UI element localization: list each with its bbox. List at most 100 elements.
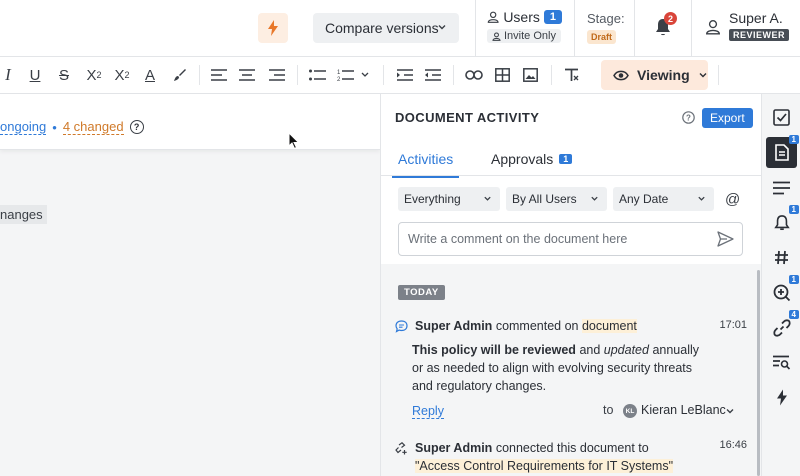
rail-notifications-button[interactable]: 1 — [766, 205, 799, 238]
changes-chip[interactable]: nanges — [0, 205, 47, 224]
right-rail: 1 1 1 4 — [761, 94, 800, 476]
ongoing-link[interactable]: ongoing — [0, 119, 47, 135]
comment-body-mid: and — [579, 343, 601, 357]
changed-count-link[interactable]: 4 changed — [62, 119, 124, 135]
divider — [475, 0, 476, 57]
eye-icon — [613, 70, 629, 80]
bullet-list-icon[interactable] — [308, 66, 326, 84]
mention-filter-icon[interactable]: @ — [725, 191, 740, 208]
rail-outline-button[interactable] — [766, 172, 797, 203]
text-lines-icon — [773, 181, 790, 194]
comment-add-icon — [773, 284, 790, 301]
status-separator: • — [52, 119, 57, 135]
notifications-button[interactable]: 2 — [654, 12, 677, 40]
top-bar: Compare versions Users 1 Invite Only Sta… — [0, 0, 800, 57]
text-color-icon[interactable]: A — [142, 66, 158, 84]
send-icon[interactable] — [717, 231, 734, 247]
invite-only-label: Invite Only — [504, 30, 556, 42]
align-center-icon[interactable] — [238, 66, 256, 84]
invite-only-badge: Invite Only — [487, 29, 561, 43]
chevron-down-icon — [484, 196, 491, 201]
activity-target[interactable]: "Access Control Requirements for IT Syst… — [415, 459, 674, 473]
rail-comments-button[interactable]: 1 — [766, 275, 799, 308]
rail-notifications-badge: 1 — [788, 205, 799, 214]
indent-icon[interactable] — [396, 66, 414, 84]
reply-link[interactable]: Reply — [412, 404, 444, 419]
notifications-count-badge: 2 — [664, 12, 677, 25]
svg-text:2: 2 — [337, 77, 341, 81]
chevron-down-icon[interactable] — [725, 406, 735, 416]
activity-author[interactable]: Super Admin — [415, 319, 492, 333]
filter-user-value: By All Users — [512, 192, 577, 206]
italic-icon[interactable]: I — [2, 65, 14, 84]
filter-user-select[interactable]: By All Users — [506, 187, 607, 211]
help-icon[interactable]: ? — [129, 120, 144, 134]
panel-scrollbar[interactable] — [757, 270, 760, 476]
rail-links-button[interactable]: 4 — [766, 310, 799, 343]
export-button[interactable]: Export — [702, 108, 753, 128]
divider — [199, 65, 200, 85]
panel-header: DOCUMENT ACTIVITY ? Export Activities Ap… — [381, 94, 762, 264]
automation-button[interactable] — [258, 13, 288, 43]
hashtag-icon — [775, 250, 788, 265]
search-list-icon — [772, 355, 790, 370]
activity-author[interactable]: Super Admin — [415, 441, 492, 455]
divider — [634, 0, 635, 57]
user-menu[interactable]: Super A. REVIEWER — [705, 10, 790, 41]
subscript-icon[interactable]: X2 — [83, 66, 105, 84]
tab-approvals[interactable]: Approvals 1 — [491, 151, 573, 167]
mouse-cursor-icon — [288, 132, 300, 150]
activity-time: 16:46 — [719, 439, 747, 451]
rail-automation-button[interactable] — [766, 382, 797, 413]
stage-indicator[interactable]: Stage: Draft — [587, 11, 625, 44]
activity-target[interactable]: document — [581, 319, 637, 333]
link-icon — [772, 318, 791, 337]
divider — [297, 65, 298, 85]
activity-item: Super Admin connected this document to "… — [395, 439, 747, 475]
to-label: to — [603, 403, 614, 417]
user-role-badge: REVIEWER — [729, 29, 790, 41]
activity-action: commented on — [495, 319, 579, 333]
viewing-mode-button[interactable]: Viewing — [601, 60, 708, 90]
tab-activities[interactable]: Activities — [391, 151, 460, 178]
help-icon[interactable]: ? — [682, 111, 695, 124]
document-activity-panel: DOCUMENT ACTIVITY ? Export Activities Ap… — [380, 94, 762, 476]
chevron-down-icon — [591, 196, 598, 201]
chevron-down-icon — [438, 25, 446, 30]
highlight-icon[interactable] — [172, 66, 188, 84]
recipient-name: Kieran LeBlanc — [641, 403, 726, 417]
link-icon[interactable] — [464, 66, 484, 84]
rail-comments-badge: 1 — [788, 275, 799, 284]
rail-links-badge: 4 — [788, 310, 799, 319]
lightning-icon — [776, 389, 787, 406]
divider — [551, 65, 552, 85]
rail-tasks-button[interactable] — [766, 102, 797, 133]
clear-format-icon[interactable] — [563, 66, 579, 84]
outdent-icon[interactable] — [424, 66, 442, 84]
rail-search-button[interactable] — [766, 347, 797, 378]
underline-icon[interactable]: U — [28, 66, 42, 84]
superscript-icon[interactable]: X2 — [111, 66, 133, 84]
image-icon[interactable] — [522, 66, 538, 84]
filter-type-value: Everything — [404, 192, 461, 206]
divider — [453, 65, 454, 85]
user-icon — [706, 20, 720, 35]
rail-document-button[interactable]: 1 — [766, 135, 799, 168]
checkbox-icon — [773, 109, 790, 126]
numbered-list-icon[interactable]: 12 — [336, 66, 372, 84]
compare-versions-label: Compare versions — [325, 20, 439, 36]
align-left-icon[interactable] — [210, 66, 228, 84]
panel-title: DOCUMENT ACTIVITY — [395, 110, 540, 125]
compare-versions-button[interactable]: Compare versions — [313, 13, 459, 43]
comment-icon — [395, 319, 408, 333]
align-right-icon[interactable] — [268, 66, 286, 84]
filter-type-select[interactable]: Everything — [398, 187, 500, 211]
comment-body-italic: updated — [603, 343, 649, 357]
strikethrough-icon[interactable]: S — [57, 66, 71, 84]
comment-input[interactable]: Write a comment on the document here — [398, 222, 743, 256]
filter-date-select[interactable]: Any Date — [613, 187, 714, 211]
users-control[interactable]: Users 1 Invite Only — [487, 9, 562, 49]
stage-label: Stage: — [587, 11, 625, 26]
table-icon[interactable] — [494, 66, 510, 84]
rail-tags-button[interactable] — [766, 242, 797, 273]
